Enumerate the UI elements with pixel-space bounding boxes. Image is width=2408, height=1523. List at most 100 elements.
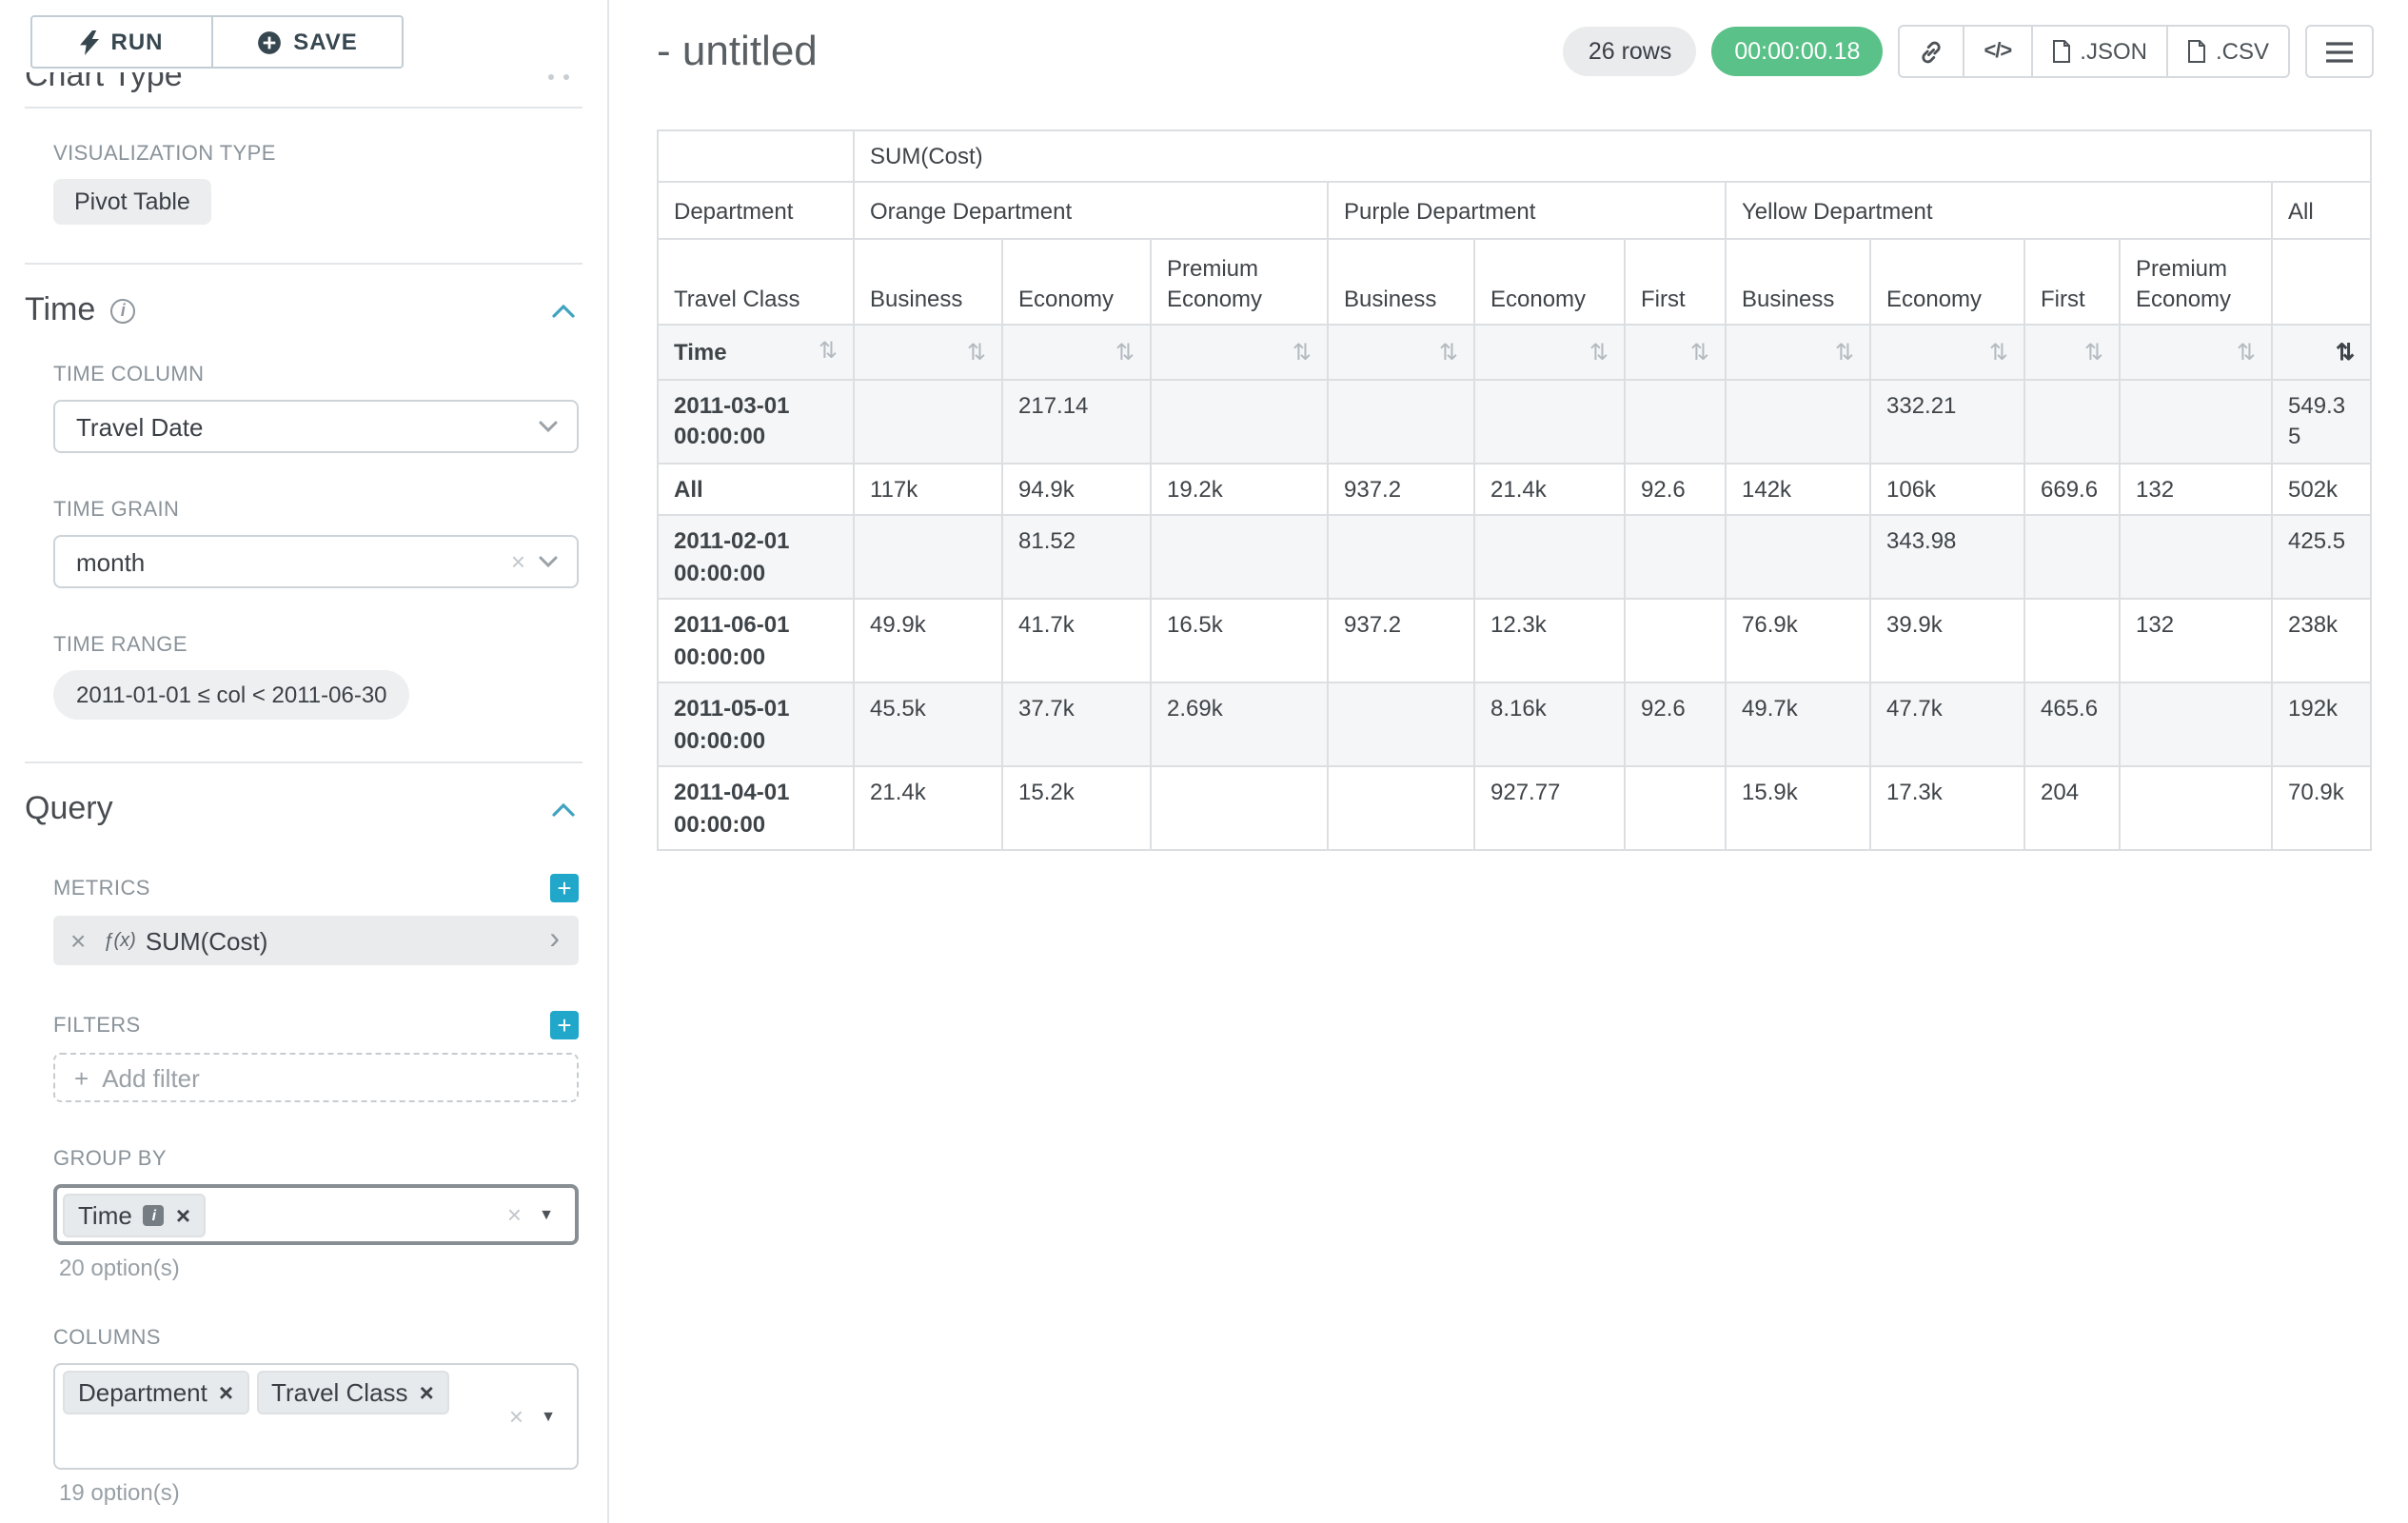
sort-header[interactable]: ⇅	[854, 325, 1002, 380]
sort-icon[interactable]: ⇅	[2237, 339, 2256, 366]
time-section-header[interactable]: Time i	[25, 291, 582, 329]
caret-down-icon[interactable]: ▼	[541, 1408, 556, 1425]
sort-header-time[interactable]: Time⇅	[658, 325, 854, 380]
function-icon: ƒ(x)	[103, 930, 135, 951]
pivot-cell: 12.3k	[1474, 600, 1625, 683]
sort-icon[interactable]: ⇅	[1835, 339, 1854, 366]
sort-header[interactable]: ⇅	[1474, 325, 1625, 380]
add-filter-box[interactable]: + Add filter	[53, 1053, 579, 1102]
pivot-cell	[1151, 516, 1328, 600]
pivot-cell: 17.3k	[1870, 767, 2024, 851]
remove-tag-icon[interactable]: ×	[176, 1202, 190, 1227]
run-button[interactable]: RUN	[30, 15, 213, 69]
export-csv-button[interactable]: .CSV	[2166, 25, 2290, 78]
chevron-right-icon[interactable]: ›	[549, 925, 560, 956]
pivot-cell: 132	[2120, 600, 2272, 683]
pivot-cell: 37.7k	[1002, 683, 1151, 767]
time-range-value[interactable]: 2011-01-01 ≤ col < 2011-06-30	[53, 670, 410, 720]
pivot-cell	[1328, 767, 1474, 851]
control-panel: RUN SAVE Chart Type VISUALIZATION TYPE P…	[0, 0, 609, 1523]
add-filter-placeholder: Add filter	[102, 1063, 200, 1092]
pivot-row-label: All	[658, 464, 854, 515]
pivot-cell: 94.9k	[1002, 464, 1151, 515]
pivot-cell	[1328, 516, 1474, 600]
plus-circle-icon	[257, 30, 282, 54]
chevron-up-icon[interactable]	[552, 802, 575, 816]
sort-icon[interactable]: ⇅	[1293, 339, 1312, 366]
pivot-cell	[2024, 600, 2120, 683]
chart-title[interactable]: - untitled	[657, 27, 818, 76]
time-grain-value: month	[76, 547, 145, 576]
remove-tag-icon[interactable]: ×	[219, 1380, 233, 1405]
save-button[interactable]: SAVE	[213, 15, 404, 69]
column-info-icon[interactable]: i	[144, 1204, 165, 1225]
sort-icon[interactable]: ⇅	[967, 339, 986, 366]
sort-icon[interactable]: ⇅	[2084, 339, 2103, 366]
remove-metric-icon[interactable]: ×	[70, 925, 86, 956]
sort-header[interactable]: ⇅	[1870, 325, 2024, 380]
chevron-up-icon[interactable]	[552, 304, 575, 317]
drag-handle-dots[interactable]	[548, 74, 569, 80]
remove-tag-icon[interactable]: ×	[420, 1380, 434, 1405]
pivot-column-header: Premium Economy	[1151, 239, 1328, 325]
plus-icon: +	[74, 1063, 89, 1092]
pivot-column-group-header: Orange Department	[854, 182, 1328, 239]
sort-icon[interactable]: ⇅	[1439, 339, 1458, 366]
time-grain-select[interactable]: month ×	[53, 535, 579, 588]
add-metric-button[interactable]: +	[550, 874, 579, 902]
pivot-cell	[1328, 380, 1474, 464]
clear-icon[interactable]: ×	[509, 1402, 523, 1431]
sort-icon[interactable]: ⇅	[2336, 339, 2355, 366]
time-grain-label: TIME GRAIN	[53, 499, 579, 522]
query-section-header[interactable]: Query	[25, 790, 582, 828]
sort-icon[interactable]: ⇅	[1115, 339, 1135, 366]
share-link-button[interactable]	[1898, 25, 1964, 78]
pivot-row: 2011-05-01 00:00:0045.5k37.7k2.69k8.16k9…	[658, 683, 2371, 767]
view-query-button[interactable]: </>	[1963, 25, 2032, 78]
clear-icon[interactable]: ×	[511, 547, 525, 576]
info-icon: i	[110, 298, 135, 323]
metric-sum-cost[interactable]: × ƒ(x) SUM(Cost) ›	[53, 916, 579, 965]
pivot-cell: 92.6	[1625, 683, 1726, 767]
sort-header[interactable]: ⇅	[1625, 325, 1726, 380]
group-by-options-hint: 20 option(s)	[59, 1255, 579, 1281]
sort-icon[interactable]: ⇅	[1589, 339, 1609, 366]
time-column-select[interactable]: Travel Date	[53, 400, 579, 453]
pivot-cell: 937.2	[1328, 464, 1474, 515]
add-filter-button[interactable]: +	[550, 1011, 579, 1039]
visualization-type-value[interactable]: Pivot Table	[53, 179, 211, 225]
pivot-cell	[1474, 380, 1625, 464]
code-icon: </>	[1984, 40, 2011, 63]
clear-icon[interactable]: ×	[507, 1200, 522, 1229]
pivot-cell: 332.21	[1870, 380, 2024, 464]
pivot-column-group-header: All	[2272, 182, 2371, 239]
caret-down-icon[interactable]: ▼	[539, 1206, 554, 1223]
columns-options-hint: 19 option(s)	[59, 1479, 579, 1506]
pivot-cell: 47.7k	[1870, 683, 2024, 767]
sort-header[interactable]: ⇅	[2272, 325, 2371, 380]
pivot-cell	[854, 516, 1002, 600]
columns-select[interactable]: Department × Travel Class × × ▼	[53, 1363, 579, 1470]
pivot-cell: 21.4k	[1474, 464, 1625, 515]
chart-type-heading: Chart Type	[25, 72, 582, 95]
group-by-select[interactable]: Time i × × ▼	[53, 1184, 579, 1245]
sort-header[interactable]: ⇅	[2024, 325, 2120, 380]
pivot-row-label: 2011-02-01 00:00:00	[658, 516, 854, 600]
row-count-badge: 26 rows	[1564, 27, 1697, 76]
sort-header[interactable]: ⇅	[2120, 325, 2272, 380]
sort-header[interactable]: ⇅	[1328, 325, 1474, 380]
group-by-label: GROUP BY	[53, 1148, 579, 1171]
sort-icon[interactable]: ⇅	[1690, 339, 1709, 366]
menu-button[interactable]	[2305, 25, 2374, 78]
sort-icon[interactable]: ⇅	[1989, 339, 2008, 366]
sort-header[interactable]: ⇅	[1726, 325, 1870, 380]
export-json-button[interactable]: .JSON	[2030, 25, 2168, 78]
sort-header[interactable]: ⇅	[1151, 325, 1328, 380]
sort-header[interactable]: ⇅	[1002, 325, 1151, 380]
run-save-button-group: RUN SAVE	[30, 15, 582, 69]
sort-icon[interactable]: ⇅	[819, 337, 838, 365]
pivot-cell: 49.7k	[1726, 683, 1870, 767]
chart-header: - untitled 26 rows 00:00:00.18 </> .JSON	[657, 25, 2374, 78]
pivot-cell: 465.6	[2024, 683, 2120, 767]
divider	[25, 107, 582, 109]
